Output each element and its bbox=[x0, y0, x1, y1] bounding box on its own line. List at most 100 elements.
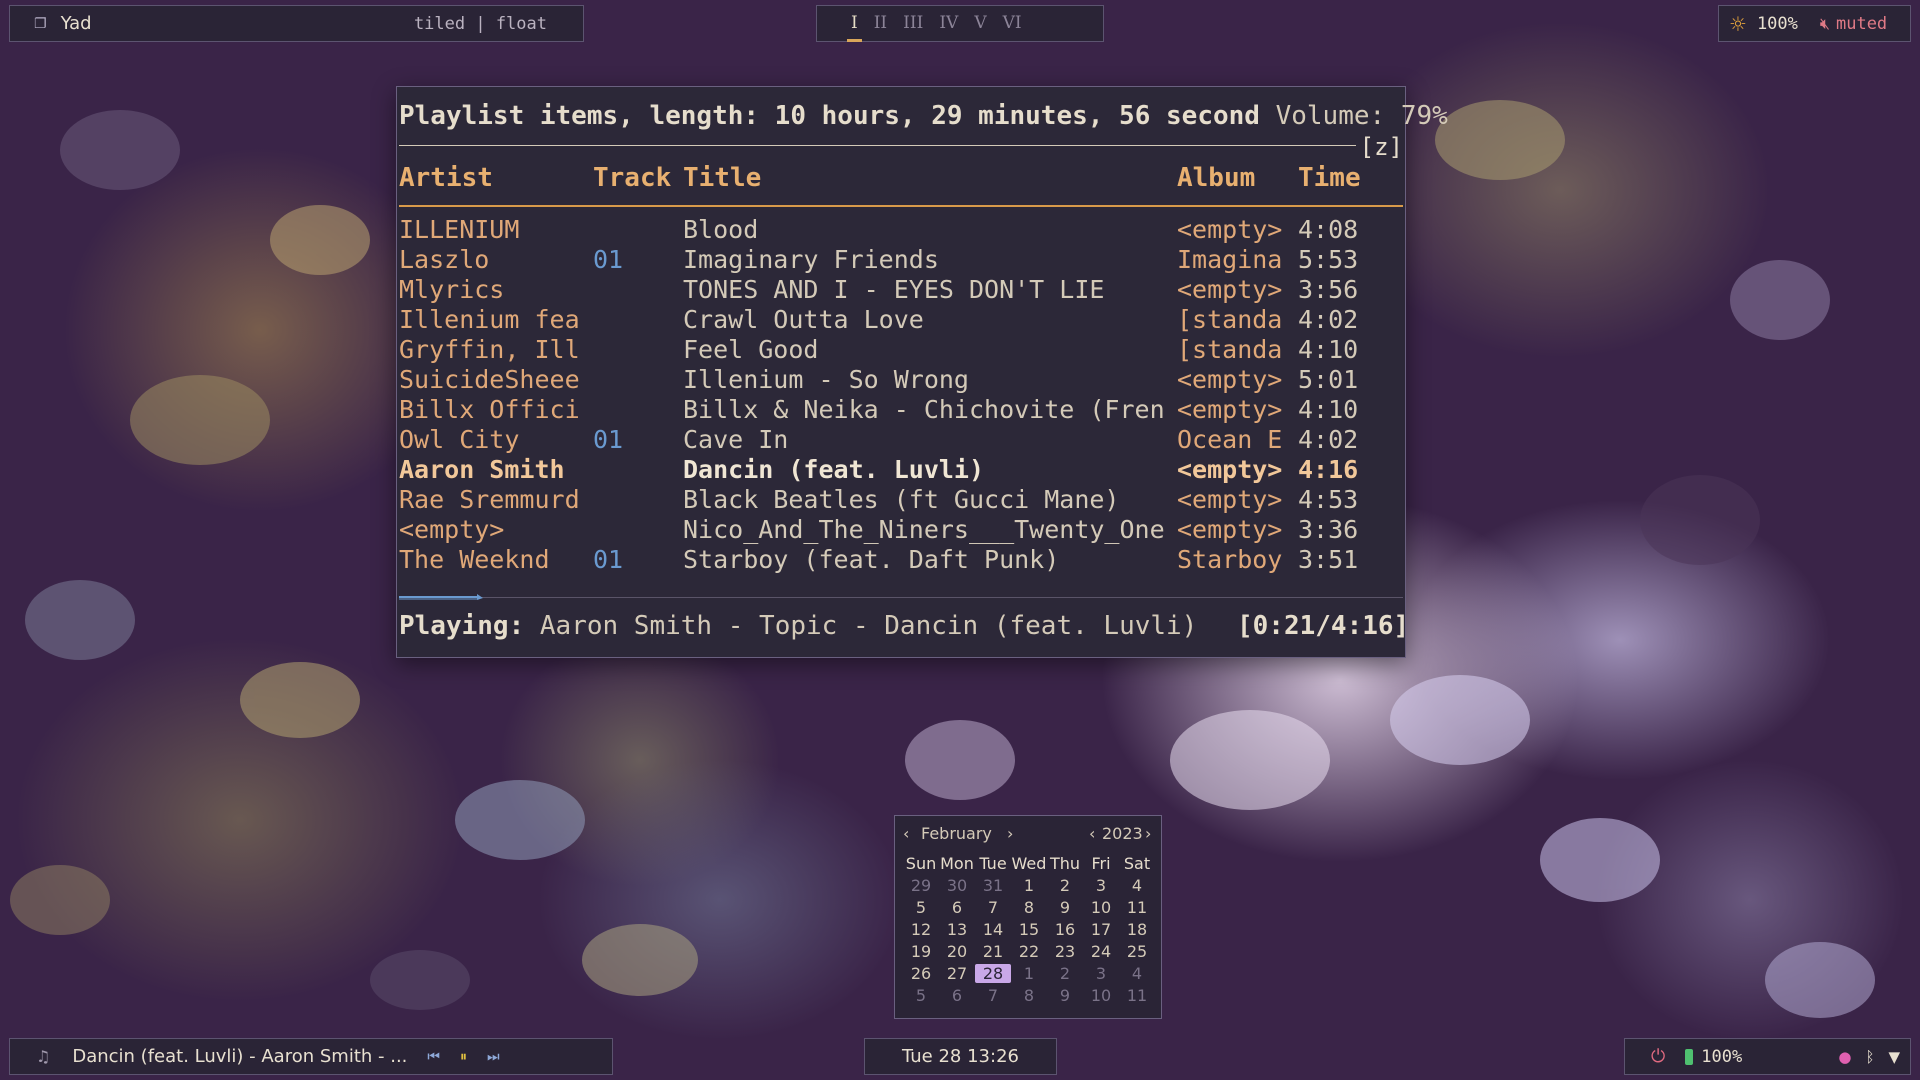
calendar-day[interactable]: 27 bbox=[939, 964, 975, 983]
playlist-row[interactable]: Illenium fea Crawl Outta Love [standa 4:02 bbox=[397, 305, 1403, 335]
playlist-row[interactable]: ILLENIUM Blood <empty> 4:08 bbox=[397, 215, 1403, 245]
brightness-value[interactable]: 100% bbox=[1757, 14, 1798, 34]
calendar-day[interactable]: 10 bbox=[1083, 898, 1119, 917]
cell-artist: The Weeknd bbox=[399, 545, 550, 574]
wifi-icon[interactable]: ▼ bbox=[1888, 1048, 1900, 1066]
workspace-5[interactable]: V bbox=[974, 5, 986, 42]
calendar-day[interactable]: 6 bbox=[939, 898, 975, 917]
column-title: Title bbox=[683, 163, 762, 193]
calendar-day[interactable]: 1 bbox=[1011, 876, 1047, 895]
now-playing-text[interactable]: Dancin (feat. Luvli) - Aaron Smith - ... bbox=[72, 1046, 407, 1067]
weekday-header: Sun bbox=[905, 854, 937, 873]
mode-tag: [z] bbox=[1355, 133, 1403, 161]
cell-artist: Aaron Smith bbox=[399, 455, 565, 484]
workspace-6[interactable]: VI bbox=[1003, 5, 1022, 42]
calendar-day[interactable]: 15 bbox=[1011, 920, 1047, 939]
column-track: Track bbox=[593, 163, 672, 193]
workspace-4[interactable]: IV bbox=[939, 5, 958, 42]
next-year-icon[interactable]: › bbox=[1145, 824, 1151, 843]
calendar-day[interactable]: 18 bbox=[1119, 920, 1155, 939]
calendar-day[interactable]: 6 bbox=[939, 986, 975, 1005]
cell-time: 4:02 bbox=[1298, 425, 1359, 454]
calendar-day[interactable]: 31 bbox=[975, 876, 1011, 895]
calendar-month: February bbox=[921, 824, 992, 843]
calendar-day[interactable]: 3 bbox=[1083, 876, 1119, 895]
app-tray-icon[interactable]: ● bbox=[1838, 1048, 1851, 1066]
calendar-day[interactable]: 3 bbox=[1083, 964, 1119, 983]
calendar-day[interactable]: 25 bbox=[1119, 942, 1155, 961]
power-icon[interactable]: ⏻︎ bbox=[1651, 1046, 1665, 1067]
cell-album: <empty> bbox=[1177, 275, 1283, 304]
workspace-switcher: I II III IV V VI bbox=[816, 5, 1104, 42]
pause-icon[interactable]: ⏸︎ bbox=[460, 1049, 467, 1065]
calendar-day[interactable]: 21 bbox=[975, 942, 1011, 961]
calendar-day[interactable]: 5 bbox=[903, 898, 939, 917]
next-track-icon[interactable]: ⏭︎ bbox=[487, 1049, 500, 1065]
music-player-terminal[interactable]: Playlist items, length: 10 hours, 29 min… bbox=[396, 86, 1448, 658]
calendar-day[interactable]: 23 bbox=[1047, 942, 1083, 961]
calendar-day[interactable]: 16 bbox=[1047, 920, 1083, 939]
volume-state[interactable]: muted bbox=[1836, 14, 1887, 34]
cell-album: Ocean E bbox=[1177, 425, 1283, 454]
layout-indicator[interactable]: tiled | float bbox=[414, 14, 547, 34]
cell-title: Dancin (feat. Luvli) bbox=[683, 455, 985, 484]
playlist-row[interactable]: Owl City 01 Cave In Ocean E 4:02 bbox=[397, 425, 1403, 455]
calendar-day[interactable]: 7 bbox=[975, 986, 1011, 1005]
calendar-day[interactable]: 1 bbox=[1011, 964, 1047, 983]
cell-artist: SuicideSheee bbox=[399, 365, 580, 394]
cell-track: 01 bbox=[593, 545, 624, 574]
calendar-today[interactable]: 28 bbox=[975, 964, 1011, 983]
clock[interactable]: Tue 28 13:26 bbox=[864, 1038, 1057, 1075]
playlist-row[interactable]: SuicideSheee Illenium - So Wrong <empty> 5:… bbox=[397, 365, 1403, 395]
playlist-row[interactable]: Gryffin, Ill Feel Good [standa 4:10 bbox=[397, 335, 1403, 365]
playlist-row[interactable]: Laszlo 01 Imaginary Friends Imagina 5:53 bbox=[397, 245, 1403, 275]
playlist-row[interactable]: Rae Sremmurd Black Beatles (ft Gucci Mane… bbox=[397, 485, 1403, 515]
workspace-1[interactable]: I bbox=[847, 5, 862, 42]
calendar-day[interactable]: 4 bbox=[1119, 964, 1155, 983]
calendar-day[interactable]: 4 bbox=[1119, 876, 1155, 895]
calendar-day[interactable]: 29 bbox=[903, 876, 939, 895]
calendar-day[interactable]: 22 bbox=[1011, 942, 1047, 961]
playlist-row[interactable]: Billx Offici Billx & Neika - Chichovite (… bbox=[397, 395, 1403, 425]
calendar-day[interactable]: 2 bbox=[1047, 964, 1083, 983]
progress-bar[interactable] bbox=[399, 594, 485, 600]
calendar-day[interactable]: 10 bbox=[1083, 986, 1119, 1005]
playlist-row[interactable]: <empty> Nico_And_The_Niners___Twenty_One <… bbox=[397, 515, 1403, 545]
calendar-day[interactable]: 26 bbox=[903, 964, 939, 983]
calendar-day[interactable]: 20 bbox=[939, 942, 975, 961]
calendar-day[interactable]: 30 bbox=[939, 876, 975, 895]
cell-title: Imaginary Friends bbox=[683, 245, 939, 274]
cell-title: Illenium - So Wrong bbox=[683, 365, 969, 394]
cell-track: 01 bbox=[593, 425, 624, 454]
calendar-day[interactable]: 13 bbox=[939, 920, 975, 939]
workspace-2[interactable]: II bbox=[874, 5, 887, 42]
cell-title: Nico_And_The_Niners___Twenty_One bbox=[683, 515, 1165, 544]
calendar-day[interactable]: 5 bbox=[903, 986, 939, 1005]
calendar-day[interactable]: 17 bbox=[1083, 920, 1119, 939]
playlist-row[interactable]: The Weeknd 01 Starboy (feat. Daft Punk) Sta… bbox=[397, 545, 1403, 575]
calendar-day[interactable]: 11 bbox=[1119, 898, 1155, 917]
calendar-day[interactable]: 2 bbox=[1047, 876, 1083, 895]
playback-position: [0:21/4:16] bbox=[1237, 611, 1410, 641]
calendar-day[interactable]: 8 bbox=[1011, 986, 1047, 1005]
playlist-row[interactable]: Mlyrics TONES AND I - EYES DON'T LIE <empt… bbox=[397, 275, 1403, 305]
previous-track-icon[interactable]: ⏮︎ bbox=[427, 1049, 440, 1065]
next-month-icon[interactable]: › bbox=[1007, 824, 1013, 843]
cell-time: 3:51 bbox=[1298, 545, 1359, 574]
calendar-day[interactable]: 8 bbox=[1011, 898, 1047, 917]
workspace-3[interactable]: III bbox=[903, 5, 923, 42]
calendar-day[interactable]: 9 bbox=[1047, 986, 1083, 1005]
calendar-day[interactable]: 12 bbox=[903, 920, 939, 939]
calendar-day[interactable]: 14 bbox=[975, 920, 1011, 939]
calendar-day[interactable]: 9 bbox=[1047, 898, 1083, 917]
cell-album: [standa bbox=[1177, 305, 1283, 334]
system-tray: ⏻︎ 100% ● ᛒ ▼ bbox=[1624, 1038, 1911, 1075]
calendar-day[interactable]: 7 bbox=[975, 898, 1011, 917]
calendar-day[interactable]: 11 bbox=[1119, 986, 1155, 1005]
playlist-row-current[interactable]: Aaron Smith Dancin (feat. Luvli) <empty> 4:… bbox=[397, 455, 1403, 485]
calendar-day[interactable]: 24 bbox=[1083, 942, 1119, 961]
bluetooth-icon[interactable]: ᛒ bbox=[1865, 1048, 1874, 1066]
prev-month-icon[interactable]: ‹ bbox=[903, 824, 909, 843]
prev-year-icon[interactable]: ‹ bbox=[1089, 824, 1095, 843]
calendar-day[interactable]: 19 bbox=[903, 942, 939, 961]
